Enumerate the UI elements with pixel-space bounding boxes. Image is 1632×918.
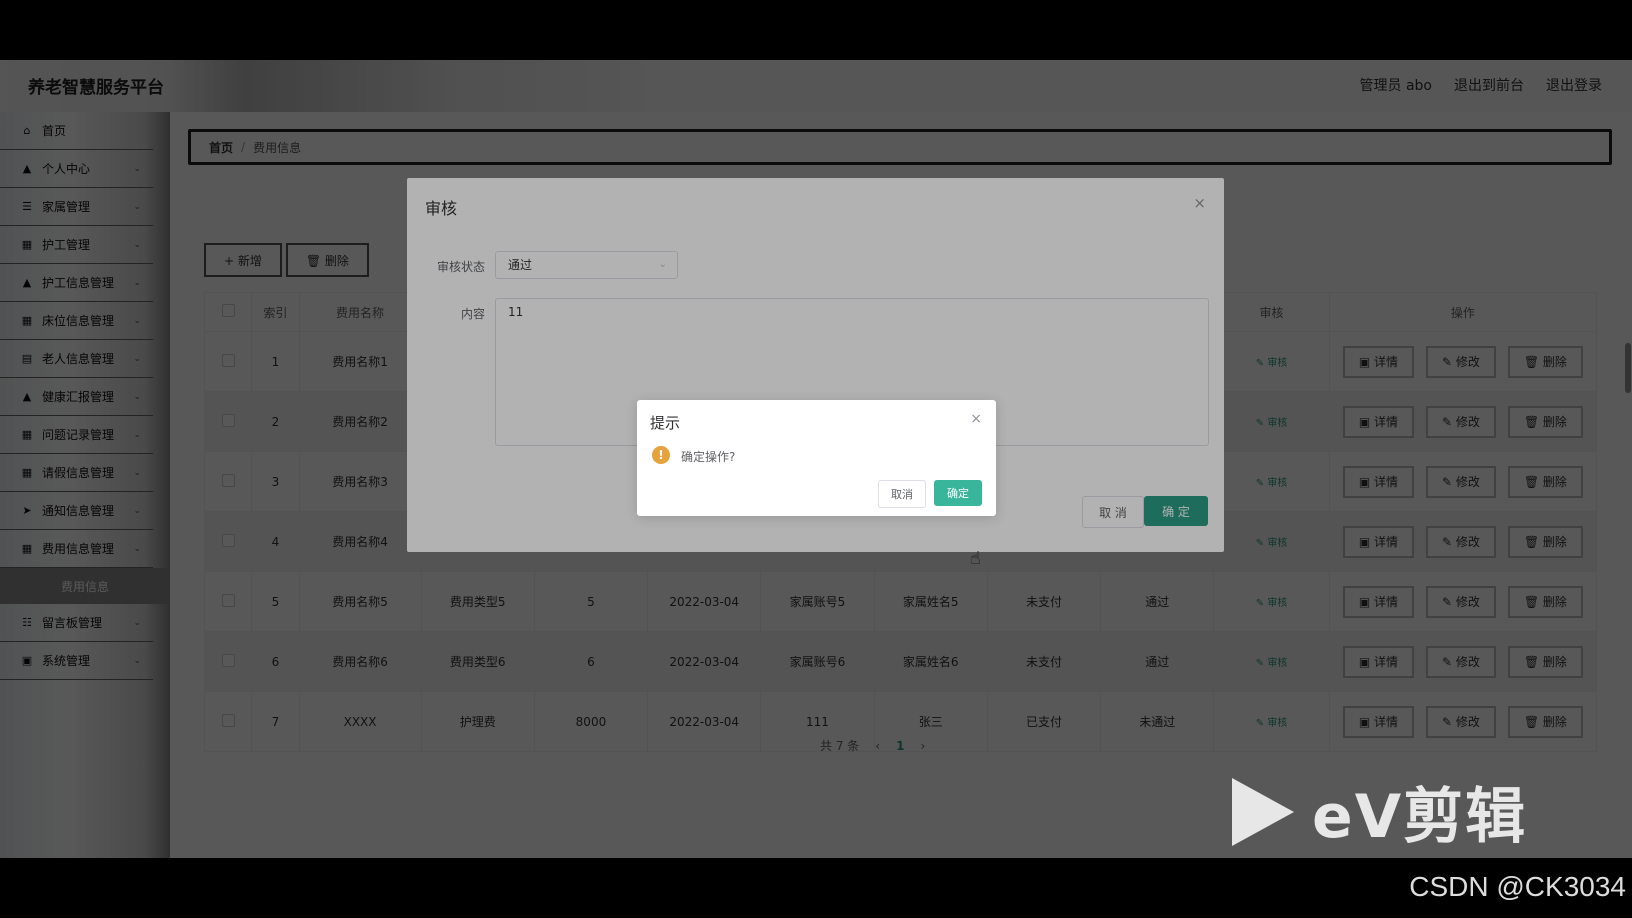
confirm-cancel-button[interactable]: 取消 bbox=[878, 480, 926, 508]
video-watermark: eV剪辑 bbox=[1232, 768, 1527, 855]
scrollbar-thumb[interactable] bbox=[1625, 343, 1631, 393]
watermark-text: eV剪辑 bbox=[1312, 782, 1528, 852]
confirm-message: 确定操作? bbox=[681, 450, 736, 464]
pointer-cursor-icon: ☝ bbox=[970, 548, 981, 569]
warning-icon: ! bbox=[652, 446, 670, 464]
app-window: 养老智慧服务平台 管理员 abo 退出到前台 退出登录 ⌂首页▲个人中心⌄☰家属… bbox=[0, 60, 1632, 858]
confirm-title: 提示 bbox=[650, 414, 681, 432]
confirm-box: 提示 × ! 确定操作? 取消 确定 bbox=[637, 400, 996, 516]
play-icon bbox=[1232, 777, 1294, 846]
csdn-credit: CSDN @CK3034 bbox=[1409, 871, 1626, 902]
close-icon[interactable]: × bbox=[970, 411, 982, 427]
confirm-ok-button[interactable]: 确定 bbox=[934, 480, 982, 506]
